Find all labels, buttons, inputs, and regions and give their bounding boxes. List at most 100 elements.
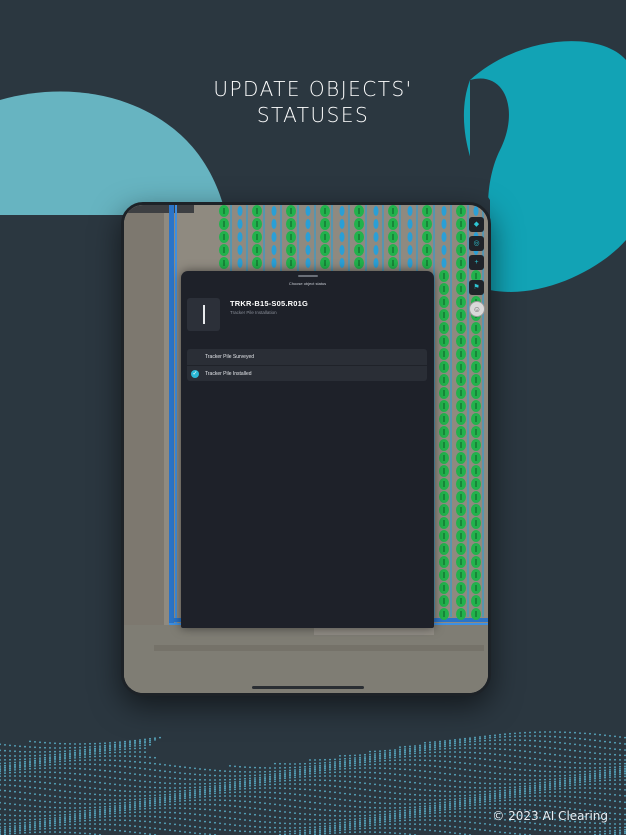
decor-dot (59, 747, 61, 749)
decor-dot (224, 791, 226, 794)
decor-dot (89, 813, 91, 815)
decor-dot (569, 749, 571, 752)
decor-dot (529, 790, 531, 793)
decor-dot (179, 772, 181, 774)
decor-dot (504, 748, 506, 751)
decor-dot (454, 740, 456, 743)
sheet-grabber[interactable] (298, 275, 318, 277)
decor-dot (514, 803, 516, 805)
decor-dot (569, 801, 571, 804)
decor-dot (34, 815, 36, 817)
decor-dot (594, 777, 596, 780)
decor-dot (334, 828, 336, 830)
decor-dot (614, 794, 616, 796)
decor-dot (74, 815, 76, 817)
decor-dot (29, 767, 31, 770)
decor-dot (94, 774, 96, 777)
decor-dot (189, 793, 191, 795)
decor-dot (324, 758, 326, 761)
decor-dot (349, 828, 351, 831)
zoom-icon[interactable]: + (469, 255, 484, 270)
decor-dot (144, 741, 146, 744)
decor-dot (319, 822, 321, 825)
decor-dot (4, 775, 6, 777)
decor-dot (129, 815, 131, 817)
decor-dot (314, 830, 316, 833)
decor-dot (384, 818, 386, 821)
decor-dot (519, 803, 521, 806)
flag-icon[interactable]: ⚑ (469, 280, 484, 295)
surveyed-pile-marker (339, 232, 345, 242)
decor-dot (219, 769, 221, 772)
decor-dot (284, 830, 286, 833)
decor-dot (604, 766, 606, 769)
decor-dot (184, 818, 186, 821)
decor-dot (139, 755, 141, 758)
decor-dot (14, 825, 16, 827)
decor-dot (429, 819, 431, 821)
decor-dot (159, 798, 161, 801)
decor-dot (159, 736, 161, 739)
decor-dot (294, 776, 296, 779)
decor-dot (374, 760, 376, 763)
decor-dot (464, 807, 466, 810)
decor-dot (339, 827, 341, 830)
decor-dot (34, 763, 36, 765)
decor-dot (399, 809, 401, 812)
decor-dot (374, 824, 376, 826)
avatar-icon[interactable]: ☺ (469, 301, 485, 317)
decor-dot (324, 784, 326, 787)
decor-dot (89, 793, 91, 795)
decor-dot (109, 747, 111, 750)
pile-marker-line (460, 442, 462, 448)
decor-dot (579, 787, 581, 789)
status-option-surveyed[interactable]: Tracker Pile Surveyed (187, 349, 427, 365)
decor-dot (169, 777, 171, 779)
decor-dot (129, 745, 131, 748)
decor-dot (599, 769, 601, 772)
decor-dot (499, 824, 501, 827)
decor-dot (269, 778, 271, 781)
decor-dot (174, 817, 176, 820)
decor-dot (259, 791, 261, 793)
decor-dot (569, 784, 571, 787)
decor-dot (109, 764, 111, 767)
decor-dot (459, 738, 461, 741)
decor-dot (414, 806, 416, 808)
decor-dot (269, 783, 271, 786)
decor-dot (94, 787, 96, 790)
decor-dot (229, 791, 231, 794)
locate-icon[interactable]: ◎ (469, 236, 484, 251)
decor-dot (479, 816, 481, 819)
pile-marker-line (460, 260, 462, 266)
status-option-installed[interactable]: ✓ Tracker Pile Installed (187, 365, 427, 381)
decor-dot (609, 818, 611, 820)
surveyed-pile-marker (373, 258, 379, 268)
decor-dot (584, 777, 586, 779)
decor-dot (519, 791, 521, 794)
decor-dot (369, 750, 371, 753)
decor-dot (239, 830, 241, 833)
layers-icon[interactable]: ◆ (469, 217, 484, 232)
decor-dot (39, 815, 41, 817)
decor-dot (159, 786, 161, 789)
decor-dot (554, 731, 556, 733)
decor-dot (19, 768, 21, 771)
decor-dot (609, 769, 611, 771)
decor-dot (554, 791, 556, 793)
decor-dot (84, 806, 86, 809)
decor-dot (449, 831, 451, 834)
decor-dot (94, 751, 96, 753)
decor-dot (324, 819, 326, 821)
decor-dot (64, 767, 66, 769)
decor-dot (454, 802, 456, 805)
decor-dot (299, 800, 301, 802)
decor-dot (544, 770, 546, 773)
decor-dot (414, 752, 416, 755)
decor-dot (434, 809, 436, 812)
decor-dot (619, 771, 621, 774)
decor-dot (29, 823, 31, 826)
decor-dot (104, 752, 106, 754)
decor-dot (389, 756, 391, 759)
pile-marker-line (392, 221, 394, 227)
